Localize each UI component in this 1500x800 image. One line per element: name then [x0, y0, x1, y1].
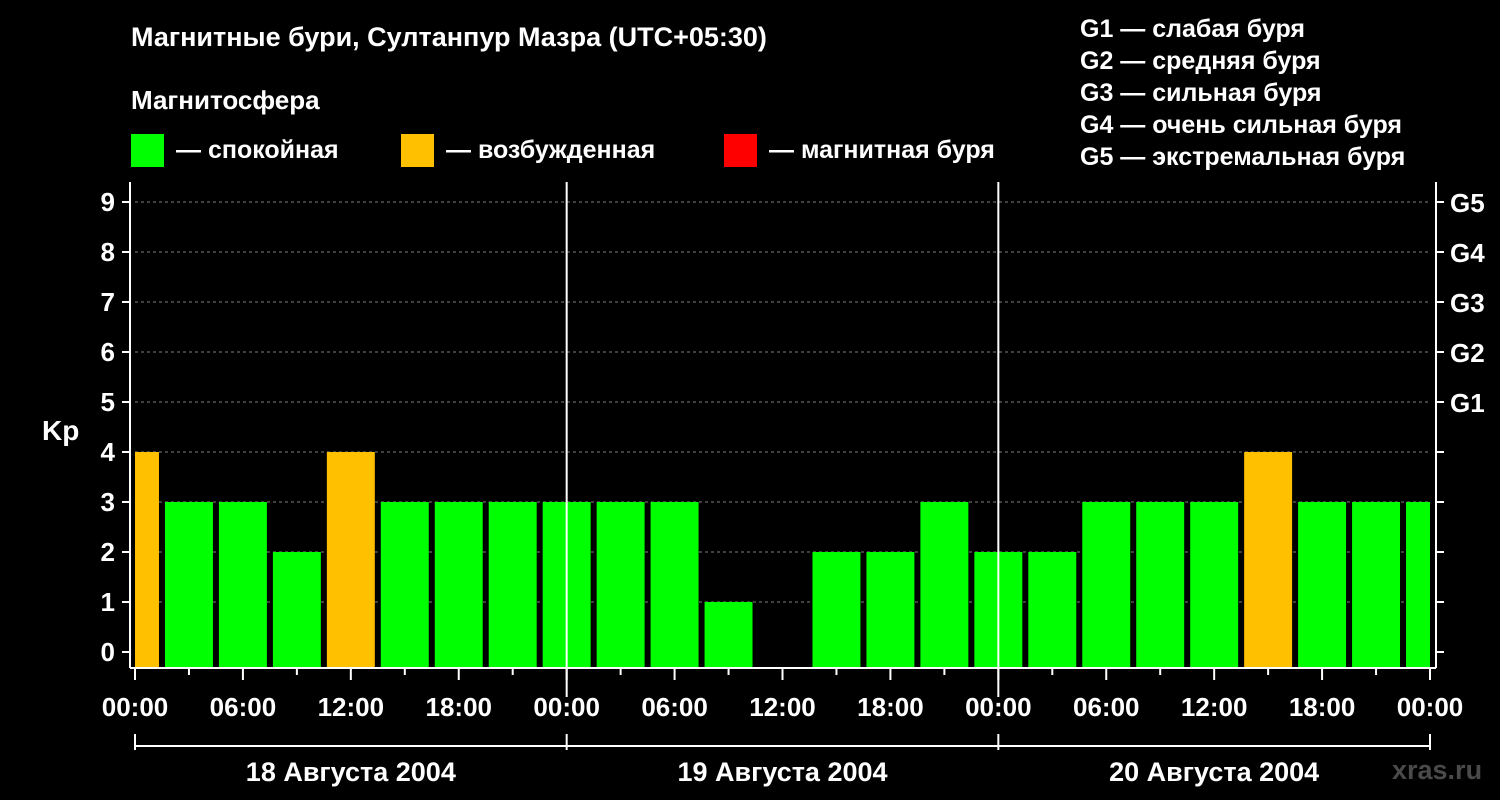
kp-bar	[272, 552, 321, 668]
x-tick-label: 06:00	[210, 692, 277, 722]
x-tick-label: 12:00	[1181, 692, 1248, 722]
kp-bar	[866, 552, 915, 668]
x-tick-label: 00:00	[102, 692, 169, 722]
kp-bar	[1028, 552, 1077, 668]
y-tick-label: 5	[101, 387, 115, 417]
x-tick-label: 00:00	[533, 692, 600, 722]
kp-bar	[135, 452, 159, 668]
x-tick-label: 18:00	[426, 692, 493, 722]
x-tick-label: 00:00	[1397, 692, 1464, 722]
x-tick-label: 18:00	[857, 692, 924, 722]
kp-bar	[812, 552, 861, 668]
kp-bar	[1352, 502, 1401, 668]
y-tick-label: 3	[101, 487, 115, 517]
kp-bar	[326, 452, 375, 668]
x-tick-label: 06:00	[641, 692, 708, 722]
g-scale-label: G5	[1450, 188, 1485, 218]
day-label: 19 Августа 2004	[677, 757, 887, 787]
kp-bar	[1190, 502, 1239, 668]
y-tick-label: 0	[101, 637, 115, 667]
kp-bar	[164, 502, 213, 668]
x-tick-label: 12:00	[318, 692, 385, 722]
day-label: 20 Августа 2004	[1109, 757, 1319, 787]
y-tick-label: 2	[101, 537, 115, 567]
x-tick-label: 06:00	[1073, 692, 1140, 722]
kp-bar	[1406, 502, 1430, 668]
y-tick-label: 6	[101, 337, 115, 367]
kp-bar	[1082, 502, 1131, 668]
kp-bar	[650, 502, 699, 668]
y-tick-label: 8	[101, 237, 115, 267]
day-label: 18 Августа 2004	[246, 757, 456, 787]
watermark: xras.ru	[1392, 755, 1483, 785]
kp-bar	[380, 502, 429, 668]
y-tick-label: 7	[101, 287, 115, 317]
kp-bar	[1244, 452, 1293, 668]
g-scale-label: G4	[1450, 238, 1485, 268]
kp-bar	[1136, 502, 1185, 668]
g-scale-label: G1	[1450, 388, 1485, 418]
kp-chart: 0 1 2 3 4 5 6 7 8 9 G1 G2 G3 G4 G5 Kp 00:00 06:00 12:00 18:…	[42, 182, 1485, 787]
y-tick-label: 9	[101, 187, 115, 217]
kp-bar	[218, 502, 267, 668]
y-axis-label: Kp	[42, 415, 79, 446]
kp-bar	[434, 502, 483, 668]
g-scale-label: G3	[1450, 288, 1485, 318]
x-tick-label: 18:00	[1289, 692, 1356, 722]
kp-bar	[1298, 502, 1347, 668]
kp-bar	[596, 502, 645, 668]
x-tick-label: 00:00	[965, 692, 1032, 722]
x-tick-label: 12:00	[749, 692, 816, 722]
g-scale-label: G2	[1450, 338, 1485, 368]
kp-bar	[488, 502, 537, 668]
kp-bar	[704, 602, 753, 668]
kp-bar	[920, 502, 969, 668]
y-tick-label: 1	[101, 587, 115, 617]
y-tick-label: 4	[101, 437, 116, 467]
